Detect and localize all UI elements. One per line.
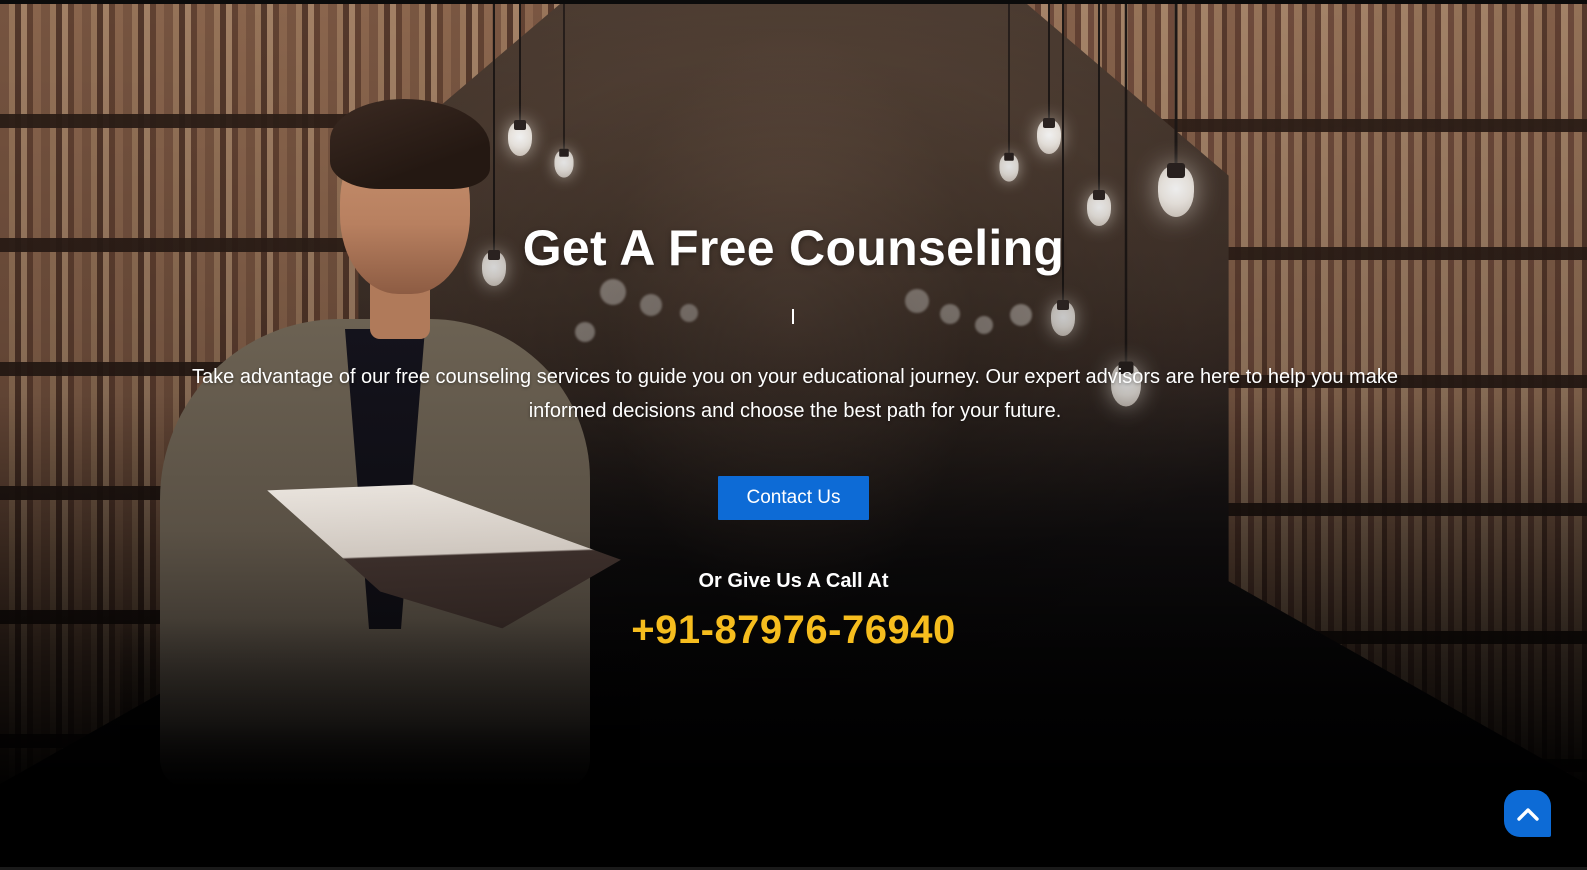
hero-description: Take advantage of our free counseling se… [192, 366, 1398, 422]
page-title: Get A Free Counseling [522, 220, 1065, 276]
phone-number-link[interactable]: +91-87976-76940 [0, 608, 1587, 653]
contact-us-button[interactable]: Contact Us [718, 476, 869, 520]
student-reading-image [120, 99, 640, 799]
student-hair [330, 99, 490, 189]
call-label: Or Give Us A Call At [698, 570, 889, 592]
title-divider [792, 309, 794, 324]
chevron-up-icon [1516, 807, 1539, 821]
counseling-page: Get A Free Counseling Take advantage of … [0, 0, 1587, 870]
scroll-to-top-button[interactable] [1504, 790, 1551, 837]
